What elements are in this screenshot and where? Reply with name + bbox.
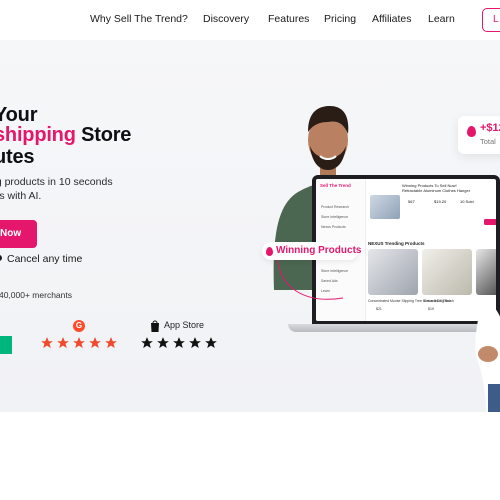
trending-product-price: $21 bbox=[376, 307, 382, 311]
nav-pricing[interactable]: Pricing bbox=[324, 13, 356, 25]
app-nav-item: Product Research bbox=[321, 205, 350, 209]
revenue-label: Total bbox=[480, 137, 496, 146]
app-store-star-rating bbox=[140, 336, 218, 352]
star-icon bbox=[41, 337, 53, 348]
trending-product-image bbox=[422, 249, 472, 295]
g2-logo-icon: G bbox=[73, 320, 85, 332]
headline-line-3: utes bbox=[0, 146, 35, 168]
star-icon bbox=[105, 337, 117, 348]
connector-arc bbox=[276, 255, 344, 300]
cancel-any-time-note: Cancel any time bbox=[0, 253, 82, 265]
app-store-label: App Store bbox=[164, 320, 205, 330]
headline-line-2-rest: Store bbox=[75, 124, 132, 146]
star-icon bbox=[141, 337, 153, 348]
star-icon bbox=[57, 337, 69, 348]
winning-products-badge: Winning Products bbox=[262, 242, 362, 260]
top-nav: Why Sell The Trend? Discovery Features P… bbox=[0, 0, 500, 40]
subheading-line-2: ers with AI. bbox=[0, 190, 42, 202]
join-merchants-text: in 40,000+ merchants bbox=[0, 290, 72, 300]
app-logo: Sell The Trend bbox=[320, 183, 351, 188]
revenue-card: +$12 Total bbox=[458, 116, 500, 154]
star-icon bbox=[205, 337, 217, 348]
flame-icon bbox=[266, 247, 273, 256]
headline-line-2: shipping Store bbox=[0, 124, 131, 147]
app-stat: 10 Sold bbox=[460, 199, 474, 204]
cancel-text: Cancel any time bbox=[7, 253, 83, 265]
secondary-person-image bbox=[475, 296, 500, 412]
app-nav-item: Nexus Products bbox=[321, 225, 346, 229]
app-header-line-2: Retractable Aluminum Clothes Hanger bbox=[402, 188, 471, 193]
app-stat: $19.20 bbox=[434, 199, 447, 204]
product-thumbnail bbox=[370, 195, 400, 219]
nav-why-sell-the-trend[interactable]: Why Sell The Trend? bbox=[90, 13, 188, 25]
g2-star-rating bbox=[40, 336, 118, 352]
subheading-line-1: ng products in 10 seconds bbox=[0, 176, 113, 188]
nav-features[interactable]: Features bbox=[268, 13, 309, 25]
star-icon bbox=[189, 337, 201, 348]
star-icon bbox=[173, 337, 185, 348]
nav-learn[interactable]: Learn bbox=[428, 13, 455, 25]
start-now-button[interactable]: Now bbox=[0, 220, 37, 248]
trending-product-image bbox=[368, 249, 418, 295]
trending-product-name: Cat and Dog Brush bbox=[424, 299, 454, 303]
winning-products-label: Winning Products bbox=[276, 245, 362, 256]
page: Why Sell The Trend? Discovery Features P… bbox=[0, 0, 500, 500]
flame-icon bbox=[467, 126, 476, 137]
app-stat: 567 bbox=[408, 199, 415, 204]
star-icon bbox=[157, 337, 169, 348]
app-nav-item: Store Intelligence bbox=[321, 215, 349, 219]
login-button[interactable]: L bbox=[482, 8, 500, 32]
trending-title: NEXUS Trending Products bbox=[368, 241, 425, 246]
headline-highlight: shipping bbox=[0, 124, 76, 146]
app-action-pill bbox=[484, 219, 496, 225]
nav-affiliates[interactable]: Affiliates bbox=[372, 13, 412, 25]
shopping-bag-icon bbox=[151, 320, 159, 332]
star-icon bbox=[89, 337, 101, 348]
nav-discovery[interactable]: Discovery bbox=[203, 13, 249, 25]
trending-product-price: $19 bbox=[428, 307, 434, 311]
trustpilot-icon bbox=[0, 336, 12, 354]
hero-section: Your shipping Store utes ng products in … bbox=[0, 40, 500, 412]
trending-product-image bbox=[476, 249, 496, 295]
revenue-amount: +$12 bbox=[480, 122, 500, 134]
laptop-base bbox=[288, 324, 500, 332]
star-icon bbox=[73, 337, 85, 348]
check-icon bbox=[0, 255, 2, 261]
